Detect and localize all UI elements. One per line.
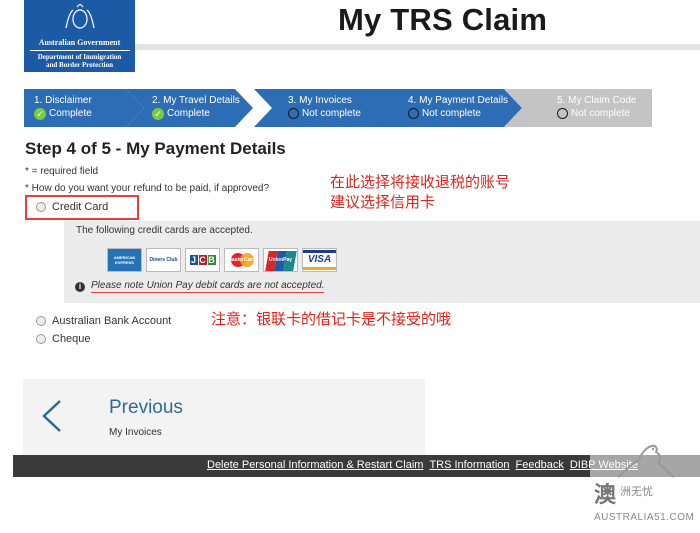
step-heading: Step 4 of 5 - My Payment Details — [25, 139, 286, 158]
incomplete-circle-icon — [557, 108, 568, 119]
unionpay-text: UnionPay — [268, 257, 293, 263]
credit-card-option[interactable]: Credit Card — [36, 201, 108, 213]
step-status: Not complete — [422, 108, 481, 119]
jcb-logo-icon: J C B — [185, 248, 220, 272]
step-travel-details[interactable]: 2. My Travel Details ✓ Complete — [126, 89, 271, 127]
step-claim-code: 5. My Claim Code Not complete — [504, 89, 652, 127]
card-logos: AMERICAN EXPRESS Diners Club J C B Maste… — [107, 248, 337, 272]
step-label: 3. My Invoices — [288, 95, 352, 106]
department-line-1: Department of Immigration — [37, 53, 122, 61]
step-label: 5. My Claim Code — [557, 95, 637, 106]
chevron-left-icon — [42, 400, 61, 432]
unionpay-logo-icon: UnionPay — [263, 248, 298, 272]
step-label: 1. Disclaimer — [34, 95, 92, 106]
accepted-cards-text: The following credit cards are accepted. — [76, 225, 253, 236]
step-status: Not complete — [571, 108, 630, 119]
bank-account-label: Australian Bank Account — [52, 315, 172, 327]
footer-link-trs-information[interactable]: TRS Information — [429, 459, 509, 471]
unionpay-note: i Please note Union Pay debit cards are … — [75, 280, 325, 293]
check-icon: ✓ — [34, 107, 46, 120]
step-status: Complete — [167, 108, 210, 119]
step-status: Complete — [49, 108, 92, 119]
footer-link-feedback[interactable]: Feedback — [516, 459, 564, 471]
header-divider — [135, 44, 700, 50]
kangaroo-logo-icon — [617, 444, 675, 478]
previous-title[interactable]: Previous — [109, 397, 183, 419]
cheque-radio[interactable] — [36, 334, 46, 344]
watermark-glyph: 澳 — [594, 483, 617, 508]
unionpay-note-text: Please note Union Pay debit cards are no… — [91, 280, 325, 293]
credit-card-label: Credit Card — [52, 201, 109, 213]
department-line-2: and Border Protection — [45, 61, 113, 69]
cheque-label: Cheque — [52, 333, 91, 345]
credit-card-radio[interactable] — [36, 202, 46, 212]
payment-question: * How do you want your refund to be paid… — [25, 183, 270, 194]
amex-logo-icon: AMERICAN EXPRESS — [107, 248, 142, 272]
watermark-subtext: 洲无忧 — [620, 485, 653, 498]
annotation-line: 在此选择将接收退税的账号 — [330, 173, 511, 191]
check-icon: ✓ — [152, 107, 164, 120]
bank-account-option[interactable]: Australian Bank Account — [36, 315, 171, 327]
previous-button[interactable] — [23, 379, 425, 455]
coat-of-arms-icon — [64, 3, 95, 29]
cheque-option[interactable]: Cheque — [36, 333, 91, 345]
required-field-note: * = required field — [25, 166, 99, 177]
logo-divider — [29, 50, 130, 51]
footer-links: Delete Personal Information & Restart Cl… — [207, 459, 638, 471]
government-name: Australian Government — [38, 38, 121, 47]
progress-steps: 1. Disclaimer ✓ Complete 2. My Travel Det… — [24, 89, 652, 127]
watermark-site: AUSTRALIA51.COM — [594, 512, 695, 523]
annotation-line: 建议选择信用卡 — [330, 193, 436, 211]
info-icon: i — [75, 281, 85, 292]
government-logo: Australian Government Department of Immi… — [24, 0, 135, 72]
mastercard-text: MasterCard — [227, 257, 256, 263]
footer-link-delete-restart[interactable]: Delete Personal Information & Restart Cl… — [207, 459, 423, 471]
step-payment-details[interactable]: 4. My Payment Details Not complete — [372, 89, 522, 127]
bank-account-radio[interactable] — [36, 316, 46, 326]
step-label: 2. My Travel Details — [152, 95, 240, 106]
incomplete-circle-icon — [288, 108, 299, 119]
previous-subtitle: My Invoices — [109, 427, 162, 438]
annotation-select-account: 在此选择将接收退税的账号 建议选择信用卡 — [330, 172, 510, 212]
visa-logo-icon: VISA — [302, 248, 337, 272]
annotation-unionpay-warning: 注意：银联卡的借记卡是不接受的哦 — [211, 310, 452, 328]
incomplete-circle-icon — [408, 108, 419, 119]
step-status: Not complete — [302, 108, 361, 119]
page-title: My TRS Claim — [338, 2, 548, 37]
mastercard-logo-icon: MasterCard — [224, 248, 259, 272]
visa-text: VISA — [307, 254, 332, 265]
diners-club-logo-icon: Diners Club — [146, 248, 181, 272]
step-label: 4. My Payment Details — [408, 95, 509, 106]
